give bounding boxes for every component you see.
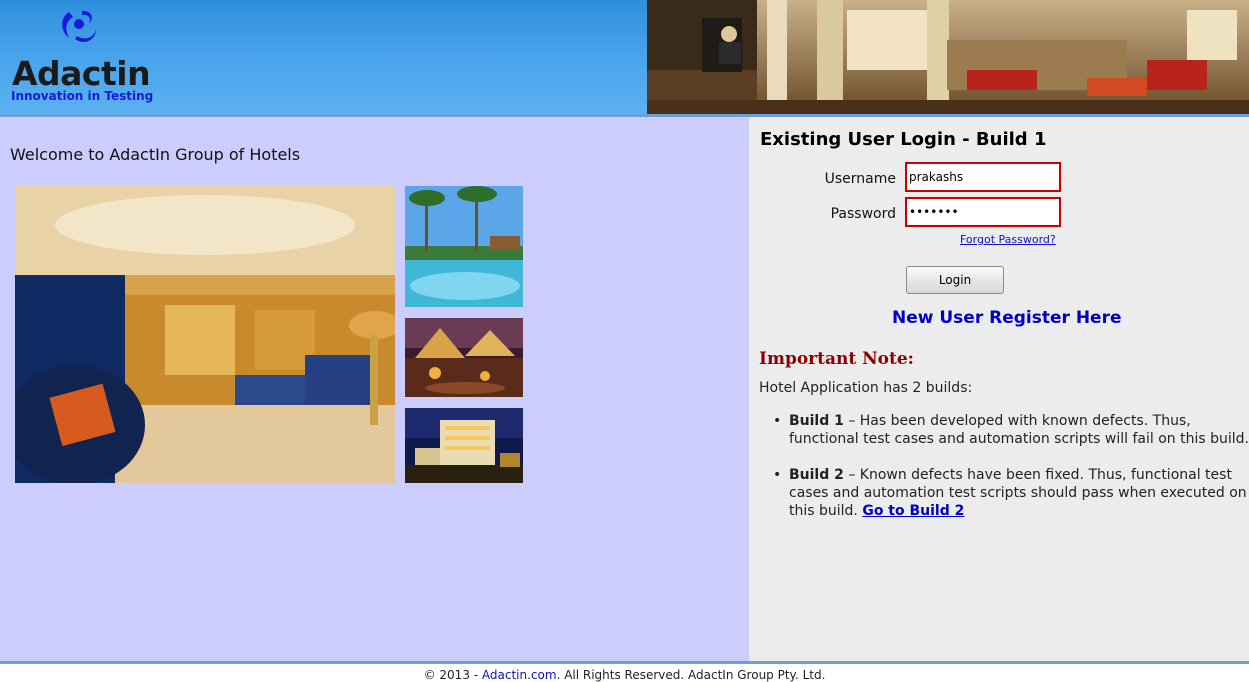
logo-swirl-icon <box>62 10 96 43</box>
footer-prefix: © 2013 - <box>423 668 482 682</box>
login-title: Existing User Login - Build 1 <box>760 129 1047 150</box>
important-note-title: Important Note: <box>759 349 914 369</box>
username-input[interactable] <box>905 162 1061 192</box>
build1-text: – Has been developed with known defects.… <box>789 413 1249 447</box>
footer: © 2013 - Adactin.com. All Rights Reserve… <box>0 668 1249 682</box>
resort-tents-image <box>405 318 523 397</box>
logo-tagline: Innovation in Testing <box>11 89 154 103</box>
build2-text: – Known defects have been fixed. Thus, f… <box>789 467 1247 519</box>
adactin-logo[interactable]: Adactin Innovation in Testing <box>10 8 160 108</box>
bullet-icon: • <box>773 413 782 429</box>
password-label: Password <box>830 206 896 222</box>
go-to-build2-link[interactable]: Go to Build 2 <box>862 503 964 519</box>
welcome-panel: Welcome to AdactIn Group of Hotels <box>0 117 749 662</box>
header: Adactin Innovation in Testing <box>0 0 1249 114</box>
footer-divider <box>0 661 1249 664</box>
hotel-room-image <box>15 185 395 483</box>
forgot-password-link[interactable]: Forgot Password? <box>960 233 1056 246</box>
new-user-register-link[interactable]: New User Register Here <box>892 308 1122 328</box>
login-button[interactable]: Login <box>906 266 1004 294</box>
build1-label: Build 1 <box>789 413 844 429</box>
login-panel: Existing User Login - Build 1 Username P… <box>749 117 1249 662</box>
username-label: Username <box>824 171 896 187</box>
build1-description: Build 1 – Has been developed with known … <box>789 412 1249 448</box>
build2-label: Build 2 <box>789 467 844 483</box>
hotel-lobby-banner <box>647 0 1249 114</box>
welcome-heading: Welcome to AdactIn Group of Hotels <box>10 145 301 164</box>
password-input[interactable] <box>905 197 1061 227</box>
build2-description: Build 2 – Known defects have been fixed.… <box>789 466 1249 520</box>
important-note-intro: Hotel Application has 2 builds: <box>759 380 973 396</box>
bullet-icon: • <box>773 467 782 483</box>
logo-name: Adactin <box>12 54 151 93</box>
footer-suffix: . All Rights Reserved. AdactIn Group Pty… <box>556 668 826 682</box>
resort-pool-image <box>405 186 523 307</box>
adactin-com-link[interactable]: Adactin.com <box>482 668 557 682</box>
hotel-night-image <box>405 408 523 483</box>
